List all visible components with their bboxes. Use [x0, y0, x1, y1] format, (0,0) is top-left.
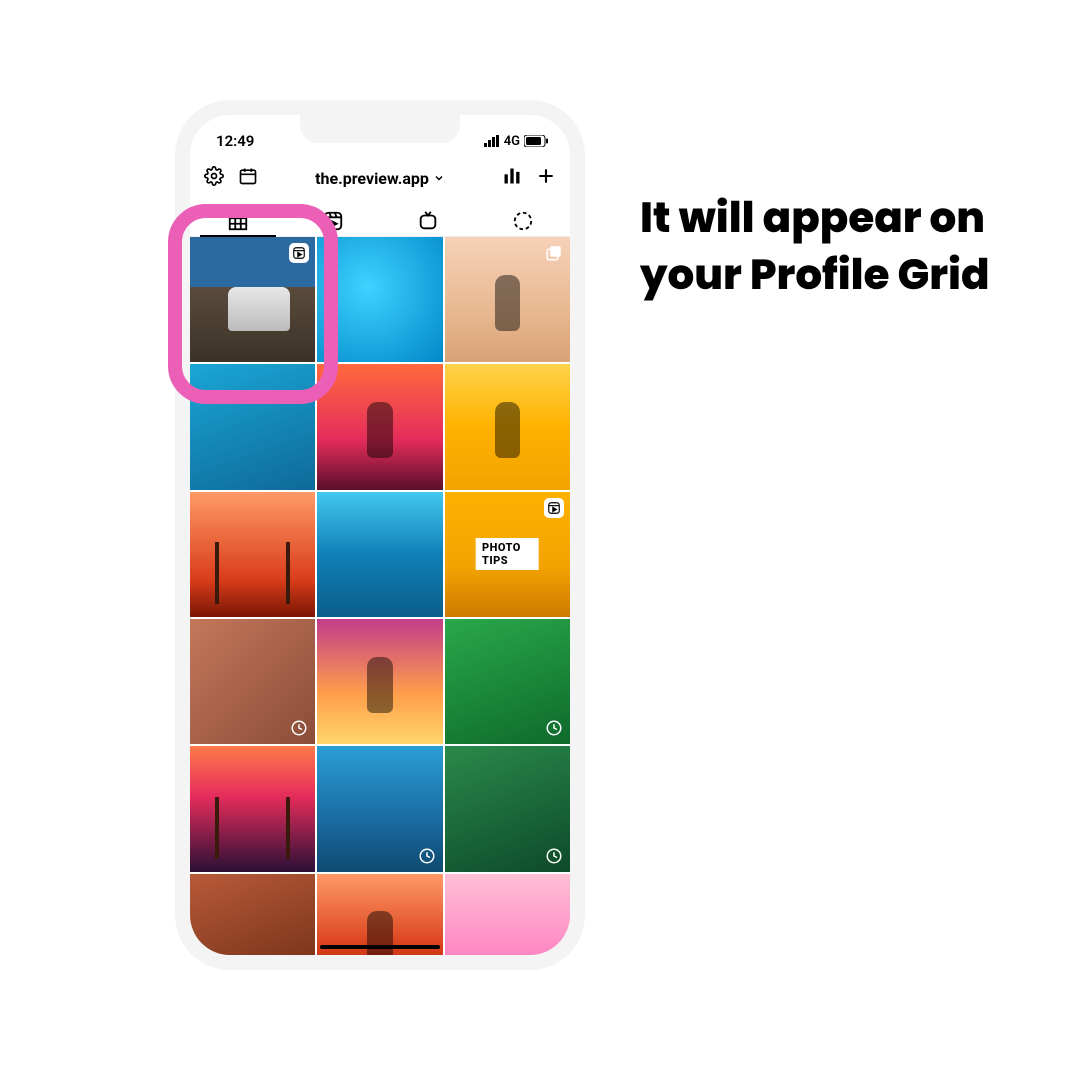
analytics-icon[interactable]: [502, 166, 522, 190]
calendar-icon[interactable]: [238, 166, 258, 190]
grid-cell[interactable]: [445, 237, 570, 362]
reel-badge-icon: [544, 498, 564, 518]
username-dropdown[interactable]: the.preview.app: [315, 169, 445, 188]
grid-cell-label: PHOTO TIPS: [476, 538, 539, 570]
settings-icon[interactable]: [204, 166, 224, 190]
tab-grid[interactable]: [190, 205, 285, 236]
grid-cell[interactable]: [317, 746, 442, 871]
carousel-badge-icon: [544, 243, 564, 263]
caption-text: It will appear on your Profile Grid: [640, 190, 1000, 303]
app-toolbar: the.preview.app: [190, 155, 570, 199]
tab-story[interactable]: [475, 205, 570, 236]
grid-cell[interactable]: [190, 237, 315, 362]
grid-cell[interactable]: [190, 874, 315, 955]
username-label: the.preview.app: [315, 169, 429, 188]
grid-cell[interactable]: PHOTO TIPS: [445, 492, 570, 617]
grid-cell[interactable]: [317, 364, 442, 489]
scheduled-badge-icon: [417, 846, 437, 866]
phone-screen: 12:49 4G the.preview.a: [190, 115, 570, 955]
reel-badge-icon: [289, 243, 309, 263]
scheduled-badge-icon: [544, 718, 564, 738]
phone-frame: 12:49 4G the.preview.a: [175, 100, 585, 970]
add-icon[interactable]: [536, 166, 556, 190]
grid-cell[interactable]: [317, 492, 442, 617]
phone-notch: [300, 115, 460, 143]
battery-icon: [524, 135, 548, 147]
grid-cell[interactable]: [445, 619, 570, 744]
tab-igtv[interactable]: [380, 205, 475, 236]
grid-cell[interactable]: [190, 619, 315, 744]
grid-cell[interactable]: [317, 237, 442, 362]
profile-grid: PHOTO TIPS: [190, 237, 570, 955]
grid-cell[interactable]: [445, 364, 570, 489]
grid-cell[interactable]: [190, 364, 315, 489]
home-indicator: [320, 945, 440, 949]
grid-cell[interactable]: [445, 746, 570, 871]
grid-cell[interactable]: [190, 492, 315, 617]
scheduled-badge-icon: [289, 718, 309, 738]
signal-icon: [484, 135, 500, 147]
tab-reels[interactable]: [285, 205, 380, 236]
grid-cell[interactable]: [445, 874, 570, 955]
status-network: 4G: [504, 134, 520, 149]
chevron-down-icon: [433, 169, 445, 188]
status-time: 12:49: [216, 132, 254, 150]
content-tabs: [190, 199, 570, 237]
grid-cell[interactable]: [317, 874, 442, 955]
grid-cell[interactable]: [317, 619, 442, 744]
grid-cell[interactable]: [190, 746, 315, 871]
status-right: 4G: [484, 134, 548, 149]
scheduled-badge-icon: [544, 846, 564, 866]
